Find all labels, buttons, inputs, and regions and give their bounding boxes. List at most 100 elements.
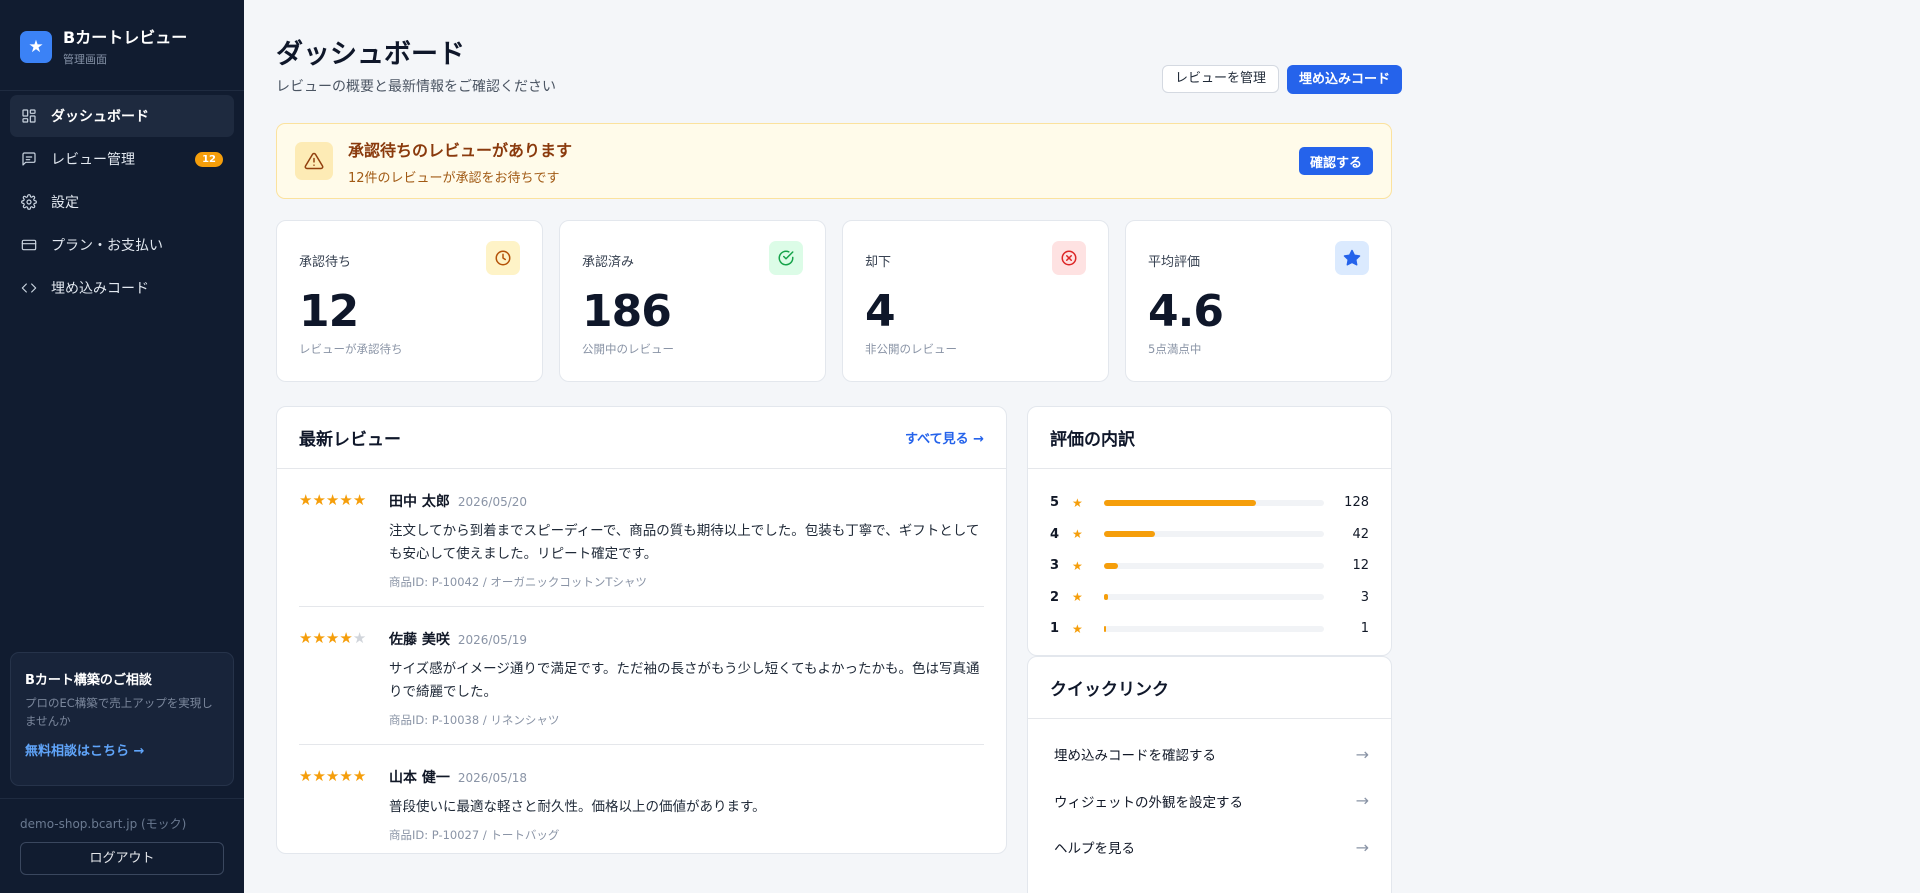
clock-icon (486, 241, 520, 275)
review-text: 注文してから到着までスピーディーで、商品の質も期待以上でした。包装も丁寧で、ギフ… (389, 523, 980, 562)
brand-title: Bカートレビュー (63, 27, 188, 47)
sidebar-nav: ダッシュボード レビュー管理 12 設定 プラン・お支払い 埋め込みコード (0, 93, 244, 312)
rating-bar (1104, 531, 1324, 538)
rating-bar-fill (1104, 594, 1108, 601)
check-circle-icon (769, 241, 803, 275)
stat-value: 4 (865, 286, 896, 337)
review-item[interactable]: ★★★★★ 山本 健一 2026/05/18 普段使いに最適な軽さと耐久性。価格以上の… (299, 745, 984, 859)
x-circle-icon (1052, 241, 1086, 275)
sidebar-item-label: 埋め込みコード (51, 281, 149, 297)
alert-description: 12件のレビューが承認をお待ちです (348, 170, 560, 186)
review-body: 田中 太郎 2026/05/20 注文してから到着までスピーディーで、商品の質も期待… (389, 491, 984, 590)
rating-bar (1104, 499, 1324, 506)
rating-bar-fill (1104, 625, 1107, 632)
stat-sub: 公開中のレビュー (582, 342, 674, 356)
star-icon: ★ (1072, 495, 1083, 510)
star-icon: ★ (1072, 558, 1083, 573)
main-content: ダッシュボード レビューの概要と最新情報をご確認ください レビューを管理 埋め込… (244, 0, 1920, 893)
stat-sub: 5点満点中 (1148, 342, 1202, 356)
credit-card-icon (21, 237, 37, 253)
code-icon (21, 280, 37, 296)
pending-count-badge: 12 (195, 151, 223, 167)
brand-subtitle: 管理画面 (63, 52, 107, 66)
card-title: 評価の内訳 (1050, 430, 1135, 450)
manage-reviews-button[interactable]: レビューを管理 (1162, 65, 1280, 93)
rating-count: 12 (1352, 558, 1369, 574)
page-title: ダッシュボード (276, 39, 465, 70)
review-text: 普段使いに最適な軽さと耐久性。価格以上の価値があります。 (389, 799, 766, 815)
rating-row: 2 ★ 3 (1050, 582, 1369, 614)
review-item[interactable]: ★★★★★ 佐藤 美咲 2026/05/19 サイズ感がイメージ通りで満足です。ただ袖… (299, 607, 984, 745)
rating-row: 1 ★ 1 (1050, 613, 1369, 645)
product-info: 商品ID: P-10038 / リネンシャツ (389, 713, 560, 727)
sidebar-item-reviews[interactable]: レビュー管理 12 (10, 138, 234, 180)
rating-level: 5 (1050, 495, 1060, 511)
promo-text: プロのEC構築で売上アップを実現しませんか (25, 696, 213, 728)
embed-code-button[interactable]: 埋め込みコード (1287, 65, 1403, 94)
sidebar: ★ Bカートレビュー 管理画面 ダッシュボード レビュー管理 12 設定 プラン… (0, 0, 244, 893)
warning-icon (295, 142, 333, 180)
header-actions: レビューを管理 埋め込みコード (1162, 65, 1403, 94)
card-title: クイックリンク (1050, 680, 1169, 700)
rating-row: 4 ★ 42 (1050, 519, 1369, 551)
rating-count: 3 (1360, 589, 1369, 605)
confirm-button[interactable]: 確認する (1298, 147, 1373, 175)
free-consultation-link[interactable]: 無料相談はこちら → (25, 740, 219, 759)
sidebar-item-embed-code[interactable]: 埋め込みコード (10, 267, 234, 309)
review-body: 佐藤 美咲 2026/05/19 サイズ感がイメージ通りで満足です。ただ袖の長さがも… (389, 629, 984, 728)
star-empty-icon: ★ (352, 629, 367, 647)
sidebar-item-dashboard[interactable]: ダッシュボード (10, 95, 234, 137)
star-filled-icon: ★ (299, 491, 313, 509)
star-filled-icon: ★ (339, 491, 353, 509)
star-filled-icon: ★ (352, 767, 367, 785)
rating-row: 5 ★ 128 (1050, 487, 1369, 519)
quick-link-item[interactable]: ヘルプを見る → (1054, 824, 1369, 871)
rating-level: 1 (1050, 621, 1060, 637)
stats-row: 承認待ち 12 レビューが承認待ち 承認済み 186 公開中のレビュー 却下 4… (276, 220, 1392, 382)
stat-sub: レビューが承認待ち (299, 342, 403, 356)
star-filled-icon: ★ (339, 767, 353, 785)
stat-sub: 非公開のレビュー (865, 342, 957, 356)
sidebar-item-settings[interactable]: 設定 (10, 181, 234, 223)
star-icon: ★ (1072, 527, 1083, 542)
star-filled-icon: ★ (312, 767, 326, 785)
consultation-promo: Bカート構築のご相談 プロのEC構築で売上アップを実現しませんか 無料相談はこち… (10, 652, 234, 786)
sidebar-item-billing[interactable]: プラン・お支払い (10, 224, 234, 266)
rating-stars: ★★★★★ (299, 767, 389, 843)
quick-link-item[interactable]: 埋め込みコードを確認する → (1054, 731, 1369, 778)
product-info: 商品ID: P-10042 / オーガニックコットンTシャツ (389, 575, 647, 589)
review-body: 山本 健一 2026/05/18 普段使いに最適な軽さと耐久性。価格以上の価値があり… (389, 767, 984, 843)
quick-link-list: 埋め込みコードを確認する → ウィジェットの外観を設定する → ヘルプを見る → (1028, 719, 1391, 871)
quick-links-card: クイックリンク 埋め込みコードを確認する → ウィジェットの外観を設定する → ヘルプを… (1027, 656, 1392, 893)
arrow-right-icon: → (1355, 837, 1369, 857)
stat-card-rejected: 却下 4 非公開のレビュー (842, 220, 1109, 382)
rating-bar-fill (1104, 499, 1256, 506)
star-filled-icon: ★ (325, 491, 340, 509)
alert-title: 承認待ちのレビューがあります (348, 140, 573, 160)
star-icon: ★ (1072, 590, 1083, 605)
pending-alert: 承認待ちのレビューがあります 12件のレビューが承認をお待ちです 確認する (276, 123, 1392, 199)
review-text: サイズ感がイメージ通りで満足です。ただ袖の長さがもう少し短くてもよかったかも。色… (389, 661, 980, 700)
rating-rows: 5 ★ 128 4 ★ 42 3 ★ 12 2 ★ 3 1 ★ 1 (1028, 469, 1391, 645)
star-icon (1335, 241, 1369, 275)
page-subtitle: レビューの概要と最新情報をご確認ください (276, 79, 556, 95)
reviewer-name: 佐藤 美咲 (389, 632, 450, 648)
quick-link-item[interactable]: ウィジェットの外観を設定する → (1054, 778, 1369, 825)
logout-button[interactable]: ログアウト (20, 842, 224, 875)
star-filled-icon: ★ (352, 491, 367, 509)
rating-bar (1104, 562, 1324, 569)
stat-value: 12 (299, 286, 359, 337)
gear-icon (21, 194, 37, 210)
message-icon (21, 151, 37, 167)
shop-domain: demo-shop.bcart.jp (モック) (20, 817, 187, 831)
sidebar-item-label: プラン・お支払い (51, 238, 163, 254)
see-all-link[interactable]: すべて見る → (905, 428, 984, 447)
star-filled-icon: ★ (325, 767, 340, 785)
card-title: 最新レビュー (299, 430, 401, 450)
review-item[interactable]: ★★★★★ 田中 太郎 2026/05/20 注文してから到着までスピーディーで、商品… (299, 469, 984, 607)
brand[interactable]: ★ Bカートレビュー 管理画面 (0, 0, 244, 91)
stat-card-approved: 承認済み 186 公開中のレビュー (559, 220, 826, 382)
rating-level: 3 (1050, 558, 1060, 574)
rating-bar-fill (1104, 531, 1155, 538)
star-filled-icon: ★ (325, 629, 340, 647)
